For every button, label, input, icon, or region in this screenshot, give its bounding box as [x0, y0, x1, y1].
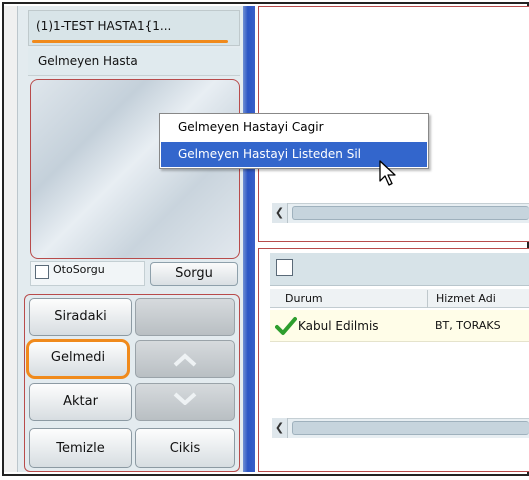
transfer-button[interactable]: Aktar — [29, 383, 132, 421]
clear-button[interactable]: Temizle — [29, 428, 132, 468]
did-not-come-button[interactable]: Gelmedi — [26, 339, 130, 379]
move-down-button — [135, 383, 235, 421]
scrollbar-thumb-top[interactable] — [292, 206, 529, 220]
column-divider[interactable] — [427, 290, 428, 308]
menu-item-call-absent-patient[interactable]: Gelmeyen Hastayi Cagir — [161, 115, 427, 140]
select-all-checkbox[interactable] — [276, 259, 293, 276]
move-up-button — [135, 340, 235, 378]
column-header-durum[interactable]: Durum — [285, 292, 323, 305]
auto-query-checkbox[interactable] — [35, 265, 49, 279]
panel-splitter[interactable] — [243, 6, 255, 472]
chevron-up-icon — [173, 353, 197, 367]
scrollbar-thumb-bottom[interactable] — [292, 421, 529, 435]
green-check-icon — [275, 317, 297, 335]
disabled-blank-button — [135, 298, 235, 336]
scroll-left-arrow-icon[interactable]: ❮ — [272, 418, 288, 438]
column-header-hizmet-adi[interactable]: Hizmet Adi — [436, 292, 496, 305]
absent-patient-list[interactable] — [30, 79, 240, 259]
next-button[interactable]: Siradaki — [29, 298, 132, 336]
section-label-gelmeyen-hasta: Gelmeyen Hasta — [28, 48, 240, 76]
grid-toolbar — [270, 253, 529, 286]
left-edge-strip — [4, 6, 18, 472]
auto-query-label: OtoSorgu — [53, 263, 105, 276]
exit-button[interactable]: Cikis — [135, 428, 235, 468]
row-status-text: Kabul Edilmis — [298, 319, 379, 333]
query-button[interactable]: Sorgu — [150, 262, 238, 286]
scroll-left-arrow-icon[interactable]: ❮ — [272, 203, 288, 223]
mouse-pointer-icon — [379, 160, 396, 186]
row-service-name: BT, TORAKS — [435, 319, 501, 332]
chevron-down-icon — [173, 392, 197, 406]
selection-underline — [32, 40, 228, 43]
